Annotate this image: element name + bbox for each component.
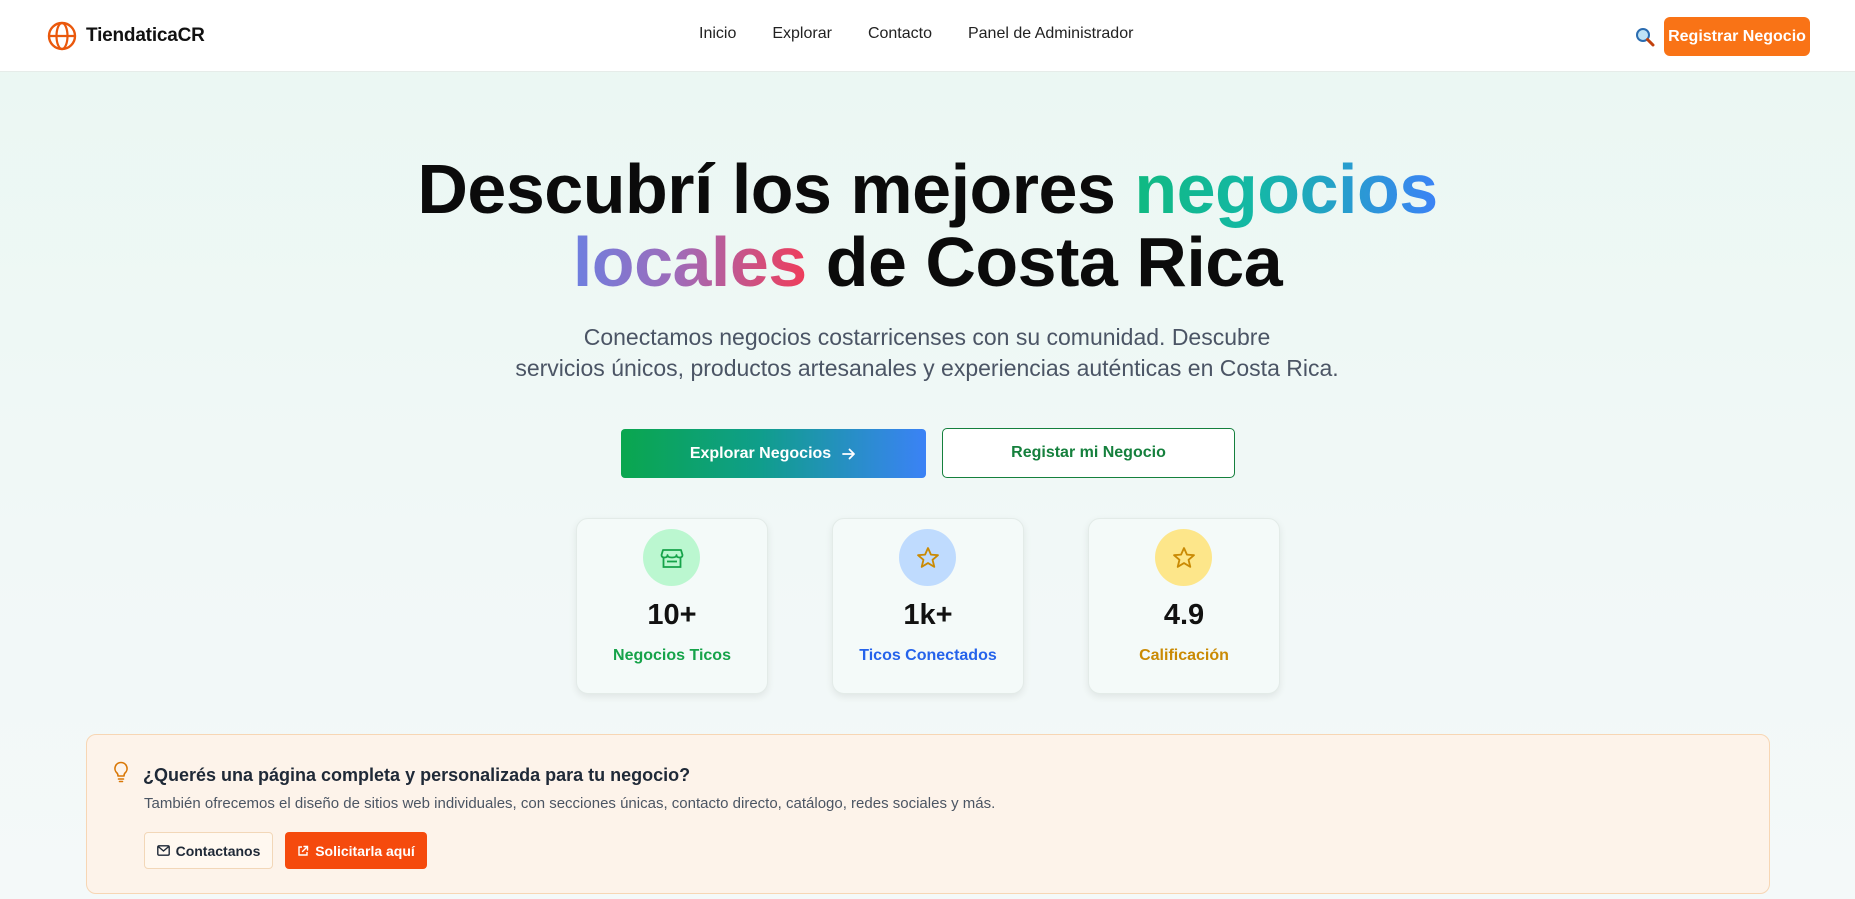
request-site-button[interactable]: Solicitarla aquí: [285, 832, 427, 869]
promo-description: También ofrecemos el diseño de sitios we…: [144, 795, 996, 812]
explore-businesses-button[interactable]: Explorar Negocios: [621, 429, 926, 478]
contact-button-label: Contactanos: [175, 842, 261, 859]
stat-label: Calificación: [1139, 647, 1229, 664]
external-link-icon: [298, 845, 309, 856]
nav-item-contacto[interactable]: Contacto: [868, 25, 932, 43]
stat-value: 4.9: [1163, 599, 1205, 631]
custom-website-promo: ¿Querés una página completa y personaliz…: [86, 734, 1770, 894]
main-nav: Inicio Explorar Contacto Panel de Admini…: [699, 25, 1133, 43]
hero-subtitle-line1: Conectamos negocios costarricenses con s…: [583, 324, 1271, 350]
stat-icon-circle: [643, 529, 700, 586]
stat-icon-circle: [1155, 529, 1212, 586]
hero-title-part1: Descubrí los mejores: [417, 150, 1135, 228]
stat-icon-circle: [899, 529, 956, 586]
contact-button[interactable]: Contactanos: [144, 832, 273, 869]
register-business-button[interactable]: Registrar Negocio: [1664, 17, 1810, 56]
hero-title: Descubrí los mejores negocios locales de…: [0, 153, 1855, 299]
hero-subtitle-line2: servicios únicos, productos artesanales …: [515, 355, 1339, 381]
star-icon: [916, 546, 939, 568]
request-site-label: Solicitarla aquí: [315, 842, 415, 859]
star-icon: [1172, 546, 1195, 568]
stat-card-users: 1k+ Ticos Conectados: [832, 518, 1024, 694]
store-icon: [660, 548, 683, 568]
stat-label: Negocios Ticos: [613, 647, 731, 664]
lightbulb-icon: [114, 761, 128, 783]
brand-name: TiendaticaCR: [86, 25, 205, 46]
explore-businesses-label: Explorar Negocios: [689, 444, 832, 462]
top-navbar: TiendaticaCR Inicio Explorar Contacto Pa…: [0, 0, 1855, 72]
nav-item-admin-panel[interactable]: Panel de Administrador: [968, 25, 1133, 43]
hero-subtitle: Conectamos negocios costarricenses con s…: [427, 322, 1427, 384]
brand-logo[interactable]: TiendaticaCR: [46, 20, 205, 52]
stat-card-rating: 4.9 Calificación: [1088, 518, 1280, 694]
arrow-right-icon: [842, 448, 856, 459]
stat-card-businesses: 10+ Negocios Ticos: [576, 518, 768, 694]
nav-item-explorar[interactable]: Explorar: [772, 25, 832, 43]
search-icon[interactable]: [1634, 26, 1656, 48]
promo-title: ¿Querés una página completa y personaliz…: [143, 765, 691, 785]
nav-item-inicio[interactable]: Inicio: [699, 25, 736, 43]
stat-value: 1k+: [903, 599, 953, 631]
stat-label: Ticos Conectados: [859, 647, 997, 664]
register-my-business-button[interactable]: Registar mi Negocio: [942, 428, 1235, 478]
hero-title-highlight-negocios: negocios: [1134, 150, 1438, 228]
stat-value: 10+: [647, 599, 697, 631]
hero-title-part2: de Costa Rica: [806, 223, 1283, 301]
mail-icon: [156, 845, 170, 856]
hero-title-highlight-locales: locales: [572, 223, 807, 301]
globe-icon: [47, 21, 77, 51]
